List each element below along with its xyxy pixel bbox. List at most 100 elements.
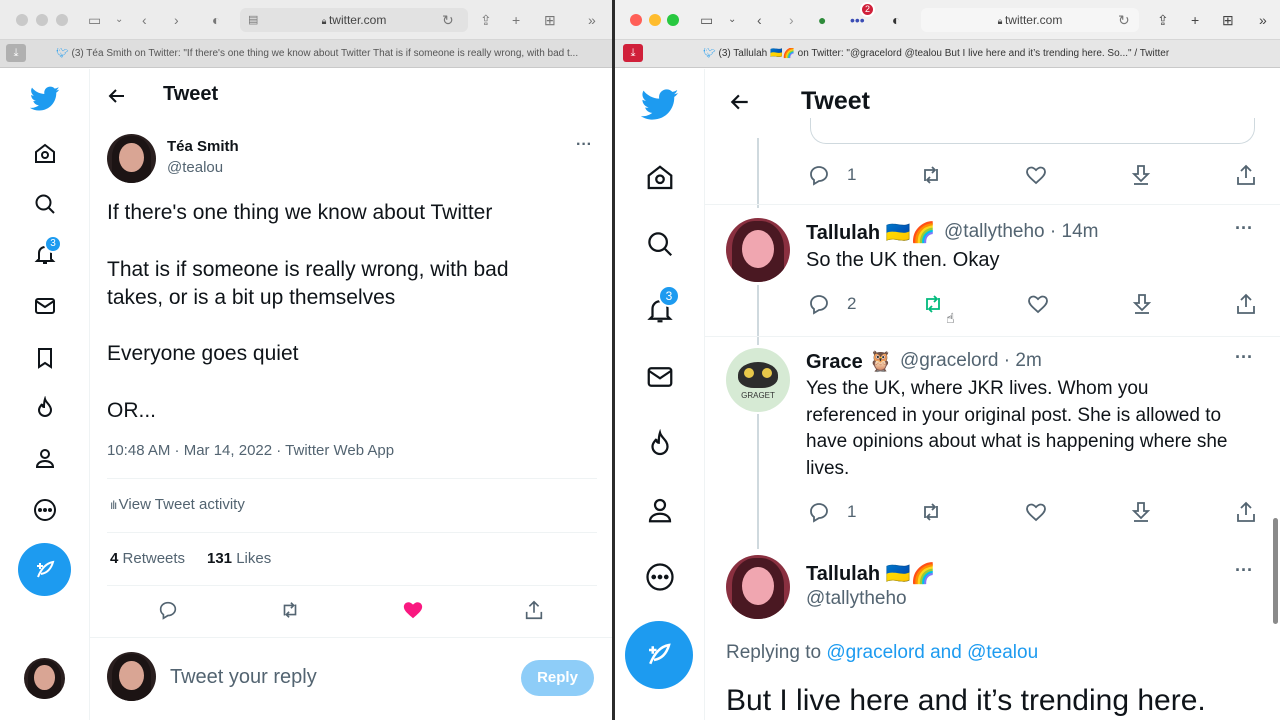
share-icon[interactable]: ⇪ (1157, 11, 1169, 29)
scrollbar[interactable] (1273, 518, 1278, 624)
replying-to-line: Replying to @gracelord and @tealou (726, 642, 1039, 663)
explore-icon[interactable] (30, 189, 60, 219)
share-action-button[interactable] (523, 599, 545, 621)
home-icon[interactable] (641, 159, 679, 197)
author-name[interactable]: Téa Smith (167, 138, 239, 155)
sidebar-toggle-icon[interactable]: ▭ (88, 11, 101, 29)
bookmarks-icon[interactable] (30, 343, 60, 373)
retweet-action-button[interactable] (278, 599, 302, 621)
reply-button[interactable]: Reply (521, 660, 594, 696)
likes-stat[interactable]: 131 Likes (207, 550, 271, 567)
download-action-button[interactable] (1130, 292, 1154, 316)
more-menu-icon[interactable] (641, 558, 679, 596)
share-icon[interactable]: ⇪ (480, 11, 492, 29)
more-toolbar-icon[interactable]: » (588, 11, 596, 29)
profile-icon[interactable] (641, 491, 679, 529)
explore-icon[interactable] (641, 225, 679, 263)
twitter-logo-icon[interactable] (25, 81, 65, 117)
share-action-button[interactable] (1234, 292, 1258, 316)
replying-to-links[interactable]: @gracelord and @tealou (826, 642, 1038, 663)
address-bar[interactable]: 🔒︎ twitter.com (921, 8, 1139, 32)
close-window-button[interactable] (16, 14, 28, 26)
page-title: Tweet (801, 87, 870, 115)
forward-icon[interactable]: › (789, 11, 794, 29)
like-action-button[interactable] (401, 599, 425, 621)
reply-action-button[interactable]: 1 (807, 163, 856, 187)
main-tweet-author-name[interactable]: Tallulah 🇺🇦🌈 (806, 561, 935, 586)
main-tweet-author-handle[interactable]: @tallytheho (806, 588, 907, 610)
reply-action-button[interactable] (157, 599, 179, 621)
tab-overview-icon[interactable]: ⊞ (544, 11, 556, 29)
account-avatar[interactable] (24, 658, 65, 699)
reply-author-meta[interactable]: @tallytheho · 14m (944, 221, 1098, 243)
forward-icon[interactable]: › (174, 11, 179, 29)
share-action-button[interactable] (1234, 163, 1258, 187)
reply-author-name[interactable]: Tallulah 🇺🇦🌈 (806, 220, 935, 245)
reply-avatar-grace[interactable]: GRAGET (726, 348, 790, 412)
back-icon[interactable]: ‹ (142, 11, 147, 29)
topics-flame-icon[interactable] (641, 425, 679, 463)
main-tweet-avatar[interactable] (726, 555, 790, 619)
chevron-down-icon[interactable]: ⌄ (115, 11, 123, 29)
profile-icon[interactable] (30, 443, 60, 473)
new-tab-icon[interactable]: + (1191, 11, 1199, 29)
privacy-shield-icon[interactable]: ◐ (892, 11, 900, 29)
privacy-shield-icon[interactable]: ◐ (212, 11, 220, 29)
more-menu-icon[interactable] (30, 495, 60, 525)
reply-more-button[interactable]: ··· (1235, 218, 1253, 239)
author-handle[interactable]: @tealou (167, 159, 223, 176)
reply-author-name[interactable]: Grace 🦉 (806, 349, 893, 374)
share-action-button[interactable] (1234, 500, 1258, 524)
back-arrow-icon[interactable] (727, 89, 753, 115)
like-action-button[interactable] (1023, 163, 1049, 187)
zoom-window-button[interactable] (56, 14, 68, 26)
twitter-logo-icon[interactable] (637, 85, 683, 125)
messages-icon[interactable] (641, 358, 679, 396)
reply-input[interactable]: Tweet your reply (170, 666, 317, 689)
reload-icon[interactable]: ↻ (442, 11, 454, 29)
topics-flame-icon[interactable] (30, 393, 60, 423)
new-tab-icon[interactable]: + (512, 11, 520, 29)
tweet-timestamp[interactable]: 10:48 AM · Mar 14, 2022 · Twitter Web Ap… (107, 442, 394, 459)
tab-title[interactable]: 🐦︎ (3) Téa Smith on Twitter: "If there's… (56, 48, 596, 59)
evernote-extension-icon[interactable]: ● (818, 11, 826, 29)
more-toolbar-icon[interactable]: » (1259, 11, 1267, 29)
download-action-button[interactable] (1129, 500, 1153, 524)
reply-avatar-tallulah[interactable] (726, 218, 790, 282)
back-icon[interactable]: ‹ (757, 11, 762, 29)
minimize-window-button[interactable] (649, 14, 661, 26)
tab-title[interactable]: 🐦︎ (3) Tallulah 🇺🇦🌈 on Twitter: "@gracel… (703, 48, 1263, 59)
close-window-button[interactable] (630, 14, 642, 26)
sidebar-toggle-icon[interactable]: ▭ (700, 11, 713, 29)
tab-overview-icon[interactable]: ⊞ (1222, 11, 1234, 29)
like-action-button[interactable] (1025, 292, 1051, 316)
retweets-stat[interactable]: 4 Retweets (110, 550, 185, 567)
zoom-window-button[interactable] (667, 14, 679, 26)
retweet-action-button[interactable] (918, 500, 944, 524)
chevron-down-icon[interactable]: ⌄ (728, 11, 736, 29)
reply-author-meta[interactable]: @gracelord · 2m (900, 350, 1042, 372)
author-avatar[interactable] (107, 134, 156, 183)
like-action-button[interactable] (1023, 500, 1049, 524)
page-title: Tweet (163, 83, 219, 105)
retweet-action-button[interactable] (918, 163, 944, 187)
reply-action-button[interactable]: 2 (807, 292, 856, 316)
view-tweet-activity-link[interactable]: ılı View Tweet activity (110, 496, 245, 513)
back-arrow-icon[interactable] (105, 84, 129, 108)
reply-action-button[interactable]: 1 (807, 500, 856, 524)
main-tweet-more-button[interactable]: ··· (1235, 560, 1253, 581)
minimize-window-button[interactable] (36, 14, 48, 26)
home-icon[interactable] (30, 139, 60, 169)
retweet-action-button[interactable] (920, 292, 946, 316)
tweet-more-button[interactable]: ··· (576, 136, 592, 154)
download-action-button[interactable] (1129, 163, 1153, 187)
download-icon[interactable]: ⤓ (6, 44, 26, 62)
reload-icon[interactable]: ↻ (1118, 11, 1130, 29)
messages-icon[interactable] (30, 291, 60, 321)
compose-tweet-button[interactable] (625, 621, 693, 689)
compose-tweet-button[interactable] (18, 543, 71, 596)
download-icon[interactable]: ⤓ (623, 44, 643, 62)
tab-bar: ⤓ 🐦︎ (3) Tallulah 🇺🇦🌈 on Twitter: "@grac… (615, 40, 1280, 68)
reply-more-button[interactable]: ··· (1235, 347, 1253, 368)
address-bar[interactable]: 🔒︎ twitter.com (240, 8, 468, 32)
